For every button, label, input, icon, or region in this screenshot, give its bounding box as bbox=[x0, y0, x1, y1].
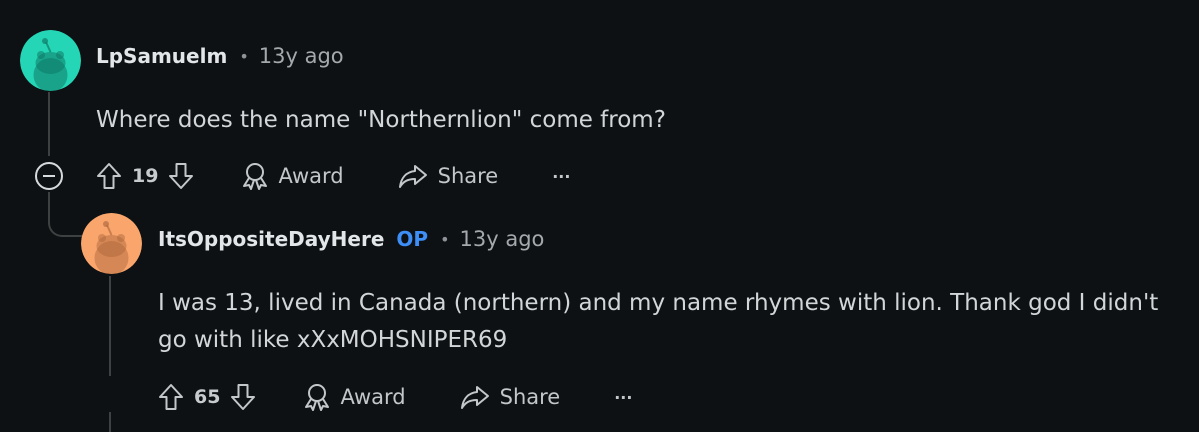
more-options-button[interactable]: ··· bbox=[614, 388, 632, 407]
comment-actions: 65 Award Share ··· bbox=[158, 377, 632, 417]
thread-line-main bbox=[48, 92, 50, 156]
avatar[interactable] bbox=[81, 213, 142, 274]
separator-dot: • bbox=[239, 46, 249, 66]
upvote-button[interactable] bbox=[158, 383, 184, 411]
vote-count: 65 bbox=[194, 386, 221, 408]
award-button[interactable]: Award bbox=[240, 161, 344, 191]
share-button[interactable]: Share bbox=[460, 384, 561, 410]
downvote-button[interactable] bbox=[230, 383, 256, 411]
upvote-icon bbox=[97, 163, 121, 189]
avatar[interactable] bbox=[20, 30, 81, 91]
share-button[interactable]: Share bbox=[398, 163, 499, 189]
downvote-icon bbox=[169, 163, 194, 189]
comment-body-line: I was 13, lived in Canada (northern) and… bbox=[158, 290, 1159, 316]
award-icon bbox=[305, 384, 330, 411]
downvote-icon bbox=[231, 384, 256, 410]
comment-body: Where does the name "Northernlion" come … bbox=[96, 107, 666, 133]
username[interactable]: ItsOppositeDayHere bbox=[158, 227, 384, 251]
op-badge: OP bbox=[396, 227, 429, 251]
share-label: Share bbox=[437, 164, 499, 188]
separator-dot: • bbox=[440, 229, 450, 249]
award-label: Award bbox=[340, 385, 406, 409]
award-icon bbox=[243, 163, 268, 190]
vote-count: 19 bbox=[132, 165, 159, 187]
upvote-button[interactable] bbox=[96, 162, 122, 190]
comment-meta: ItsOppositeDayHere OP • 13y ago bbox=[158, 227, 544, 251]
collapse-thread-button[interactable] bbox=[35, 162, 63, 190]
thread-line-reply bbox=[109, 276, 111, 376]
timestamp[interactable]: 13y ago bbox=[259, 44, 344, 68]
comment-meta: LpSamuelm • 13y ago bbox=[96, 44, 344, 68]
share-label: Share bbox=[499, 385, 561, 409]
share-icon bbox=[460, 386, 489, 409]
more-options-icon: ··· bbox=[552, 166, 571, 186]
more-options-button[interactable]: ··· bbox=[552, 167, 570, 186]
award-label: Award bbox=[278, 164, 344, 188]
username[interactable]: LpSamuelm bbox=[96, 44, 227, 68]
downvote-button[interactable] bbox=[168, 162, 194, 190]
upvote-icon bbox=[159, 384, 183, 410]
comment-body: I was 13, lived in Canada (northern) and… bbox=[158, 285, 1158, 359]
thread-line-reply-lower bbox=[109, 412, 111, 432]
share-icon bbox=[398, 165, 427, 188]
comment-body-line: go with like xXxMOHSNIPER69 bbox=[158, 327, 508, 353]
thread-connector bbox=[48, 205, 84, 237]
comment-actions: 19 Award Share ··· bbox=[96, 156, 570, 196]
award-button[interactable]: Award bbox=[302, 382, 406, 412]
timestamp[interactable]: 13y ago bbox=[460, 227, 545, 251]
more-options-icon: ··· bbox=[614, 387, 633, 407]
